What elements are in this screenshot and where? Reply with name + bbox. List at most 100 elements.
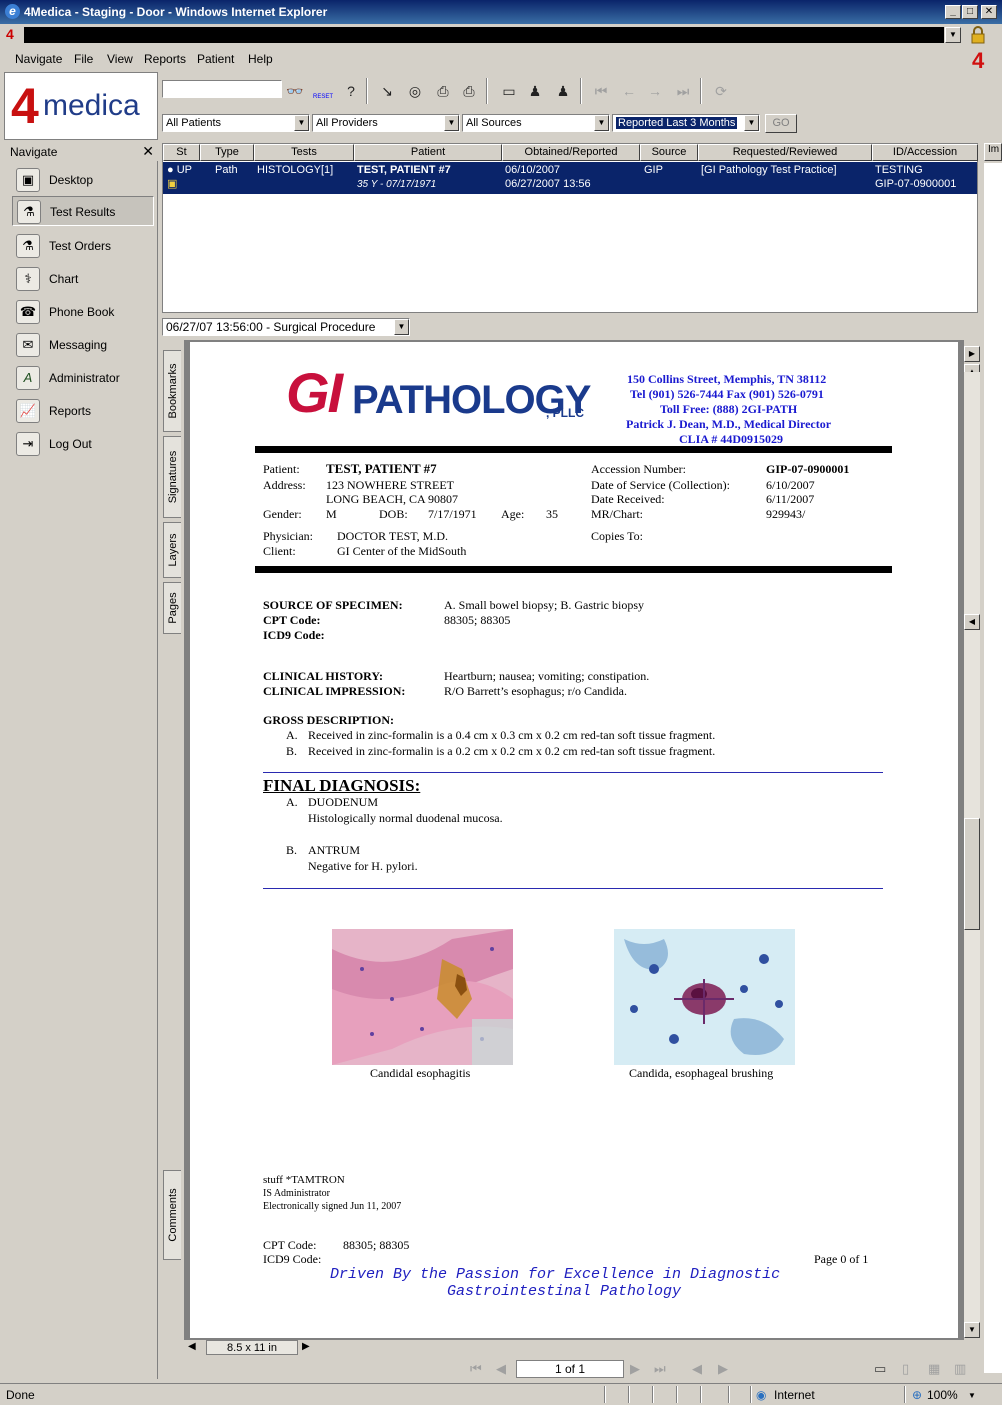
prev-record-icon[interactable]: ←: [618, 80, 640, 102]
lab-clia: CLIA # 44D0915029: [679, 432, 784, 446]
horizontal-scrollbar[interactable]: ◀ 8.5 x 11 in ▶: [184, 1340, 980, 1356]
dx-a-text: Histologically normal duodenal mucosa.: [308, 811, 503, 825]
tab-bookmarks[interactable]: Bookmarks: [163, 350, 181, 432]
col-type[interactable]: Type: [200, 144, 254, 161]
first-record-icon[interactable]: ⏮: [590, 80, 612, 102]
cursor-icon[interactable]: ↘: [376, 80, 398, 102]
app-favicon-icon: 4: [6, 26, 14, 42]
menu-reports[interactable]: Reports: [144, 52, 186, 66]
sources-filter[interactable]: All Sources ▼: [462, 114, 610, 132]
page-next-icon[interactable]: ▶: [964, 346, 980, 362]
address-dropdown-button[interactable]: ▼: [945, 27, 961, 43]
period-filter[interactable]: Reported Last 3 Months ▼: [612, 114, 760, 132]
globe-zone-icon: ◉: [756, 1388, 767, 1402]
menu-help[interactable]: Help: [248, 52, 273, 66]
cell-patient: TEST, PATIENT #7: [357, 164, 451, 176]
zoom-level[interactable]: 100%: [927, 1388, 958, 1402]
zoom-dropdown-icon[interactable]: ▼: [968, 1391, 976, 1400]
prev-page-icon[interactable]: ◀: [496, 1361, 506, 1377]
vertical-scrollbar[interactable]: ▶ ▲ ◀ ▼: [964, 340, 980, 1340]
nav-messaging[interactable]: ✉ Messaging: [12, 330, 154, 360]
menu-file[interactable]: File: [74, 52, 93, 66]
last-record-icon[interactable]: ⏭: [672, 80, 694, 102]
nav-test-results[interactable]: ⚗ Test Results: [12, 196, 154, 226]
next-page-icon[interactable]: ▶: [630, 1361, 640, 1377]
scroll-down-button[interactable]: ▼: [964, 1322, 980, 1338]
col-tests[interactable]: Tests: [254, 144, 354, 161]
admin-icon: A: [16, 366, 40, 390]
binoculars-icon[interactable]: 👓: [284, 80, 306, 102]
people-icon[interactable]: ♟: [552, 80, 574, 102]
single-page-icon[interactable]: ▭: [874, 1361, 886, 1377]
search-input[interactable]: [162, 80, 282, 98]
col-obtained[interactable]: Obtained/Reported: [502, 144, 640, 161]
nav-administrator[interactable]: A Administrator: [12, 363, 154, 393]
address-label: Address:: [263, 478, 306, 492]
print-icon[interactable]: ⎙: [432, 80, 454, 102]
last-page-icon[interactable]: ⏭: [654, 1361, 666, 1377]
menu-navigate[interactable]: Navigate: [15, 52, 62, 66]
nav-label: Log Out: [49, 437, 92, 451]
close-window-button[interactable]: ✕: [981, 5, 997, 19]
next-record-icon[interactable]: →: [644, 80, 666, 102]
demographics-rule: [255, 566, 892, 573]
col-id[interactable]: ID/Accession: [872, 144, 978, 161]
tab-signatures[interactable]: Signatures: [163, 436, 181, 518]
cell-tests: HISTOLOGY[1]: [257, 164, 334, 176]
client-value: GI Center of the MidSouth: [337, 544, 467, 558]
patients-filter[interactable]: All Patients ▼: [162, 114, 310, 132]
menu-patient[interactable]: Patient: [197, 52, 234, 66]
source-label: SOURCE OF SPECIMEN:: [263, 598, 403, 612]
globe-icon[interactable]: ◎: [404, 80, 426, 102]
page-number-input[interactable]: 1 of 1: [516, 1360, 624, 1378]
col-source[interactable]: Source: [640, 144, 698, 161]
menu-view[interactable]: View: [107, 52, 133, 66]
nav-reports[interactable]: 📈 Reports: [12, 396, 154, 426]
cover-page-icon[interactable]: ▥: [954, 1361, 966, 1377]
phone-icon: ☎: [16, 300, 40, 324]
nav-phone-book[interactable]: ☎ Phone Book: [12, 297, 154, 327]
tab-comments[interactable]: Comments: [163, 1170, 181, 1260]
scroll-prev-icon[interactable]: ◀: [964, 614, 980, 630]
tab-pages[interactable]: Pages: [163, 582, 181, 634]
nav-test-orders[interactable]: ⚗ Test Orders: [12, 231, 154, 261]
back-icon[interactable]: ◀: [692, 1361, 702, 1377]
forward-icon[interactable]: ▶: [718, 1361, 728, 1377]
col-st[interactable]: St: [163, 144, 200, 161]
right-panel-scroll[interactable]: [984, 163, 1002, 1373]
procedure-select[interactable]: 06/27/07 13:56:00 - Surgical Procedure ▼: [162, 318, 410, 336]
nav-desktop[interactable]: ▣ Desktop: [12, 165, 154, 195]
go-button[interactable]: GO: [765, 114, 797, 133]
maximize-button[interactable]: □: [962, 5, 978, 19]
scroll-thumb[interactable]: [964, 818, 980, 930]
first-page-icon[interactable]: ⏮: [470, 1361, 482, 1377]
col-requested[interactable]: Requested/Reviewed: [698, 144, 872, 161]
mr-value: 929943/: [766, 507, 806, 521]
table-row[interactable]: ● UP ▣ Path HISTOLOGY[1] TEST, PATIENT #…: [163, 162, 977, 194]
procedure-select-value: 06/27/07 13:56:00 - Surgical Procedure: [166, 320, 376, 334]
history-value: Heartburn; nausea; vomiting; constipatio…: [444, 669, 650, 683]
address-bar[interactable]: [24, 27, 944, 43]
scroll-right-icon[interactable]: ▶: [302, 1341, 310, 1352]
print-preview-icon[interactable]: ⎙: [458, 80, 480, 102]
history-label: CLINICAL HISTORY:: [263, 669, 383, 683]
person-icon[interactable]: ♟: [524, 80, 546, 102]
nav-log-out[interactable]: ⇥ Log Out: [12, 429, 154, 459]
nav-label: Desktop: [49, 173, 94, 187]
signer-name: stuff *TAMTRON: [263, 1174, 345, 1186]
nav-chart[interactable]: ⚕ Chart: [12, 264, 154, 294]
continuous-page-icon[interactable]: ▯: [902, 1361, 909, 1377]
scroll-left-icon[interactable]: ◀: [188, 1341, 196, 1352]
gross-a-text: Received in zinc-formalin is a 0.4 cm x …: [308, 728, 716, 742]
reset-search-button[interactable]: RESET: [312, 80, 334, 102]
col-im[interactable]: Im: [984, 143, 1002, 161]
refresh-icon[interactable]: ⟳: [710, 80, 732, 102]
providers-filter[interactable]: All Providers ▼: [312, 114, 460, 132]
help-search-icon[interactable]: ?: [340, 80, 362, 102]
col-patient[interactable]: Patient: [354, 144, 502, 161]
facing-page-icon[interactable]: ▦: [928, 1361, 940, 1377]
folder-icon[interactable]: ▭: [498, 80, 520, 102]
close-navigate-icon[interactable]: ✕: [142, 143, 154, 160]
minimize-button[interactable]: _: [945, 5, 961, 19]
copies-label: Copies To:: [591, 529, 643, 543]
